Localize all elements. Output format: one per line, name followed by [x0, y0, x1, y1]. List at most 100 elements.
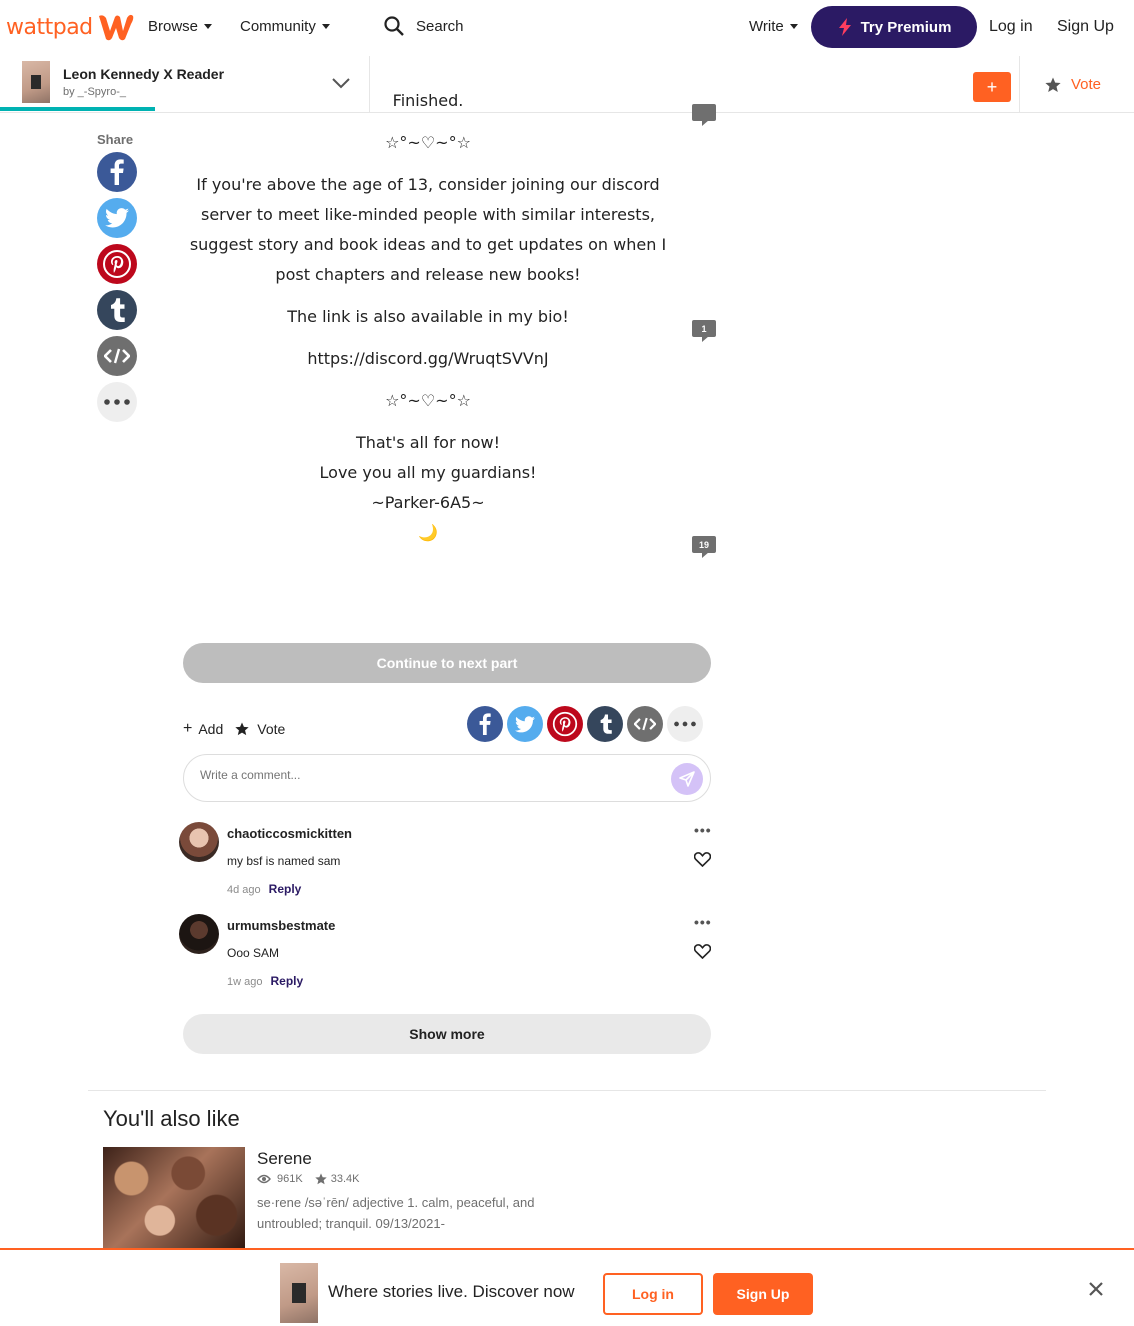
pinterest-icon[interactable] [547, 706, 583, 742]
reading-progress [0, 107, 155, 111]
write-menu[interactable]: Write [749, 18, 798, 35]
facebook-icon[interactable] [97, 152, 137, 192]
divider [88, 1090, 1046, 1091]
browse-menu[interactable]: Browse [148, 18, 213, 35]
tumblr-icon[interactable] [97, 290, 137, 330]
comment-meta: 4d ago Reply [227, 882, 301, 896]
reads-count: 961K [277, 1173, 303, 1185]
caret-down-icon [204, 24, 213, 29]
comment-count: 19 [692, 536, 716, 553]
plus-icon: + [183, 720, 193, 737]
caret-down-icon [789, 24, 798, 29]
heart-icon[interactable] [694, 852, 711, 867]
wattpad-logo[interactable]: wattpad [6, 12, 135, 42]
search-icon [384, 16, 404, 36]
caret-down-icon [321, 24, 330, 29]
story-paragraph: That's all for now! [355, 433, 501, 452]
add-label: Add [198, 721, 224, 737]
inline-comment-icon[interactable] [692, 104, 716, 126]
votes-stat: 33.4K [315, 1173, 359, 1185]
vote-label: Vote [257, 721, 286, 737]
comment-box [183, 754, 711, 802]
embed-icon[interactable] [97, 336, 137, 376]
vote-button[interactable]: Vote [1045, 76, 1101, 93]
story-actions: + Add Vote [183, 720, 285, 738]
story-title[interactable]: Leon Kennedy X Reader [63, 66, 224, 82]
comment-count: 1 [692, 320, 716, 337]
reply-button[interactable]: Reply [270, 974, 303, 988]
try-premium-button[interactable]: Try Premium [811, 6, 977, 48]
comment-meta: 1w ago Reply [227, 974, 303, 988]
wattpad-w-icon [98, 14, 133, 41]
story-paragraph: ~Parker-6A5~ [371, 493, 485, 512]
add-button[interactable]: + Add [183, 720, 223, 738]
more-icon[interactable] [667, 706, 703, 742]
story-divider: ☆°~♡~°☆ [385, 391, 471, 410]
search-placeholder: Search [416, 17, 464, 35]
pinterest-icon[interactable] [97, 244, 137, 284]
facebook-icon[interactable] [467, 706, 503, 742]
vote-action-button[interactable]: Vote [235, 721, 285, 737]
story-paragraph: If you're above the age of 13, consider … [189, 175, 667, 284]
comment-input[interactable] [200, 768, 660, 782]
story-divider: ☆°~♡~°☆ [385, 133, 471, 152]
banner-text: Where stories live. Discover now [328, 1282, 575, 1301]
continue-next-part-button[interactable]: Continue to next part [183, 643, 711, 683]
login-link[interactable]: Log in [989, 18, 1033, 36]
write-label: Write [749, 18, 784, 35]
show-more-button[interactable]: Show more [183, 1014, 711, 1054]
discord-link[interactable]: https://discord.gg/WruqtSVVnJ [175, 344, 681, 374]
story-paragraph: The link is also available in my bio! [287, 307, 569, 326]
more-icon[interactable] [97, 382, 137, 422]
tumblr-icon[interactable] [587, 706, 623, 742]
search-input[interactable]: Search [384, 16, 464, 36]
star-icon [315, 1173, 327, 1185]
story-text: Finished. ☆°~♡~°☆ If you're above the ag… [175, 91, 681, 548]
recommended-story-description: se·rene /səˈrēn/ adjective 1. calm, peac… [257, 1195, 535, 1231]
signup-banner: Where stories live. Discover now Log in … [0, 1248, 1134, 1326]
browse-label: Browse [148, 18, 199, 35]
banner-login-button[interactable]: Log in [603, 1273, 703, 1315]
avatar[interactable] [179, 914, 219, 954]
twitter-icon[interactable] [97, 198, 137, 238]
avatar[interactable] [179, 822, 219, 862]
story-cover[interactable] [22, 61, 50, 103]
comment-options-icon[interactable]: ••• [694, 914, 712, 930]
vote-label: Vote [1071, 76, 1102, 93]
community-label: Community [240, 18, 316, 35]
comment-time: 1w ago [227, 976, 263, 988]
lightning-icon [838, 18, 851, 36]
recommended-story-cover[interactable] [103, 1147, 245, 1252]
story-paragraph: Love you all my guardians! [319, 463, 537, 482]
comment-username[interactable]: chaoticcosmickitten [227, 826, 352, 841]
comment-options-icon[interactable]: ••• [694, 822, 712, 838]
send-icon [679, 771, 695, 787]
embed-icon[interactable] [627, 706, 663, 742]
story-author[interactable]: by _-Spyro-_ [63, 86, 126, 98]
reply-button[interactable]: Reply [269, 882, 302, 896]
close-icon[interactable] [1088, 1281, 1104, 1297]
community-menu[interactable]: Community [240, 18, 330, 35]
also-like-heading: You'll also like [103, 1106, 240, 1131]
divider [1019, 56, 1020, 113]
comment-text: Ooo SAM [227, 946, 280, 960]
banner-signup-button[interactable]: Sign Up [713, 1273, 813, 1315]
story-paragraph: Finished. [392, 91, 464, 110]
moon-emoji: 🌙 [418, 523, 438, 542]
premium-label: Try Premium [860, 18, 952, 36]
send-button[interactable] [671, 763, 703, 795]
inline-comment-icon[interactable]: 1 [692, 320, 716, 342]
add-to-library-button[interactable]: + [973, 72, 1011, 102]
comment-username[interactable]: urmumsbestmate [227, 918, 335, 933]
recommended-story-stats: 961K 33.4K [257, 1173, 359, 1185]
signup-link[interactable]: Sign Up [1057, 18, 1114, 36]
twitter-icon[interactable] [507, 706, 543, 742]
inline-comment-icon[interactable]: 19 [692, 536, 716, 558]
comment-text: my bsf is named sam [227, 854, 341, 868]
star-icon [1045, 77, 1061, 92]
recommended-story-title[interactable]: Serene [257, 1149, 312, 1169]
banner-story-cover [280, 1263, 318, 1323]
heart-icon[interactable] [694, 944, 711, 959]
top-nav: wattpad Browse Community Search Write Tr… [0, 0, 1134, 56]
reads-stat: 961K [257, 1173, 303, 1185]
